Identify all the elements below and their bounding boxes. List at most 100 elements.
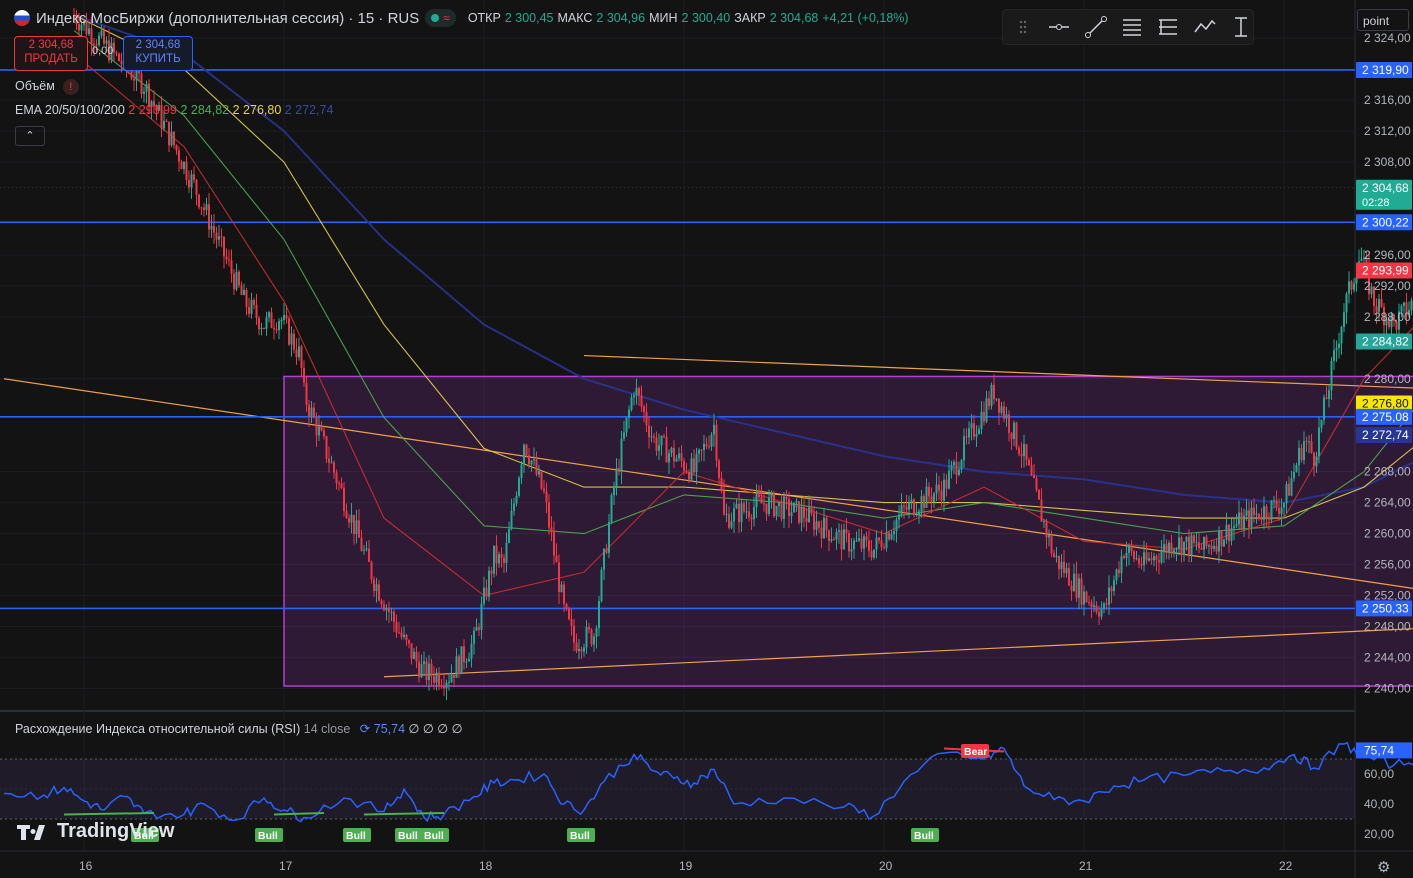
candle-body [750, 517, 753, 520]
candle-body [720, 477, 723, 492]
candle-body [143, 91, 145, 94]
chart-settings-gear-icon[interactable]: ⚙ [1377, 858, 1390, 876]
candle-body [935, 484, 938, 494]
candle-body [918, 511, 920, 515]
candle-body [550, 527, 553, 533]
candle-body [1188, 536, 1190, 555]
candle-body [600, 569, 603, 601]
candle-body [695, 453, 698, 473]
candle-body [188, 179, 190, 188]
candle-body [118, 53, 120, 62]
candle-body [988, 398, 990, 407]
candle-body [1143, 552, 1145, 566]
candle-body [1098, 611, 1100, 617]
candle-body [373, 579, 375, 591]
drag-handle-icon[interactable] [1011, 14, 1035, 40]
candle-body [705, 443, 708, 447]
ema100-value: 2 276,80 [232, 103, 282, 117]
candle-body [380, 600, 383, 605]
candle-body [258, 317, 260, 330]
symbol-title[interactable]: Индекс МосБиржи (дополнительная сессия) … [36, 10, 419, 27]
candle-body [1253, 507, 1255, 515]
sell-button[interactable]: 2 304,68 ПРОДАТЬ [14, 36, 88, 71]
volume-indicator[interactable]: Объём! [15, 79, 79, 95]
candle-body [998, 398, 1000, 413]
candle-body [1180, 537, 1183, 556]
candle-body [580, 649, 583, 652]
candle-body [548, 502, 550, 528]
candle-body [1228, 524, 1230, 541]
candle-body [290, 333, 293, 345]
candle-body [243, 289, 245, 295]
ema-indicator[interactable]: EMA 20/50/100/200 2 293,99 2 284,82 2 27… [15, 103, 333, 117]
market-status-badge[interactable]: ≈ [425, 9, 456, 27]
candle-body [738, 503, 740, 523]
candle-body [493, 545, 495, 574]
candle-body [415, 651, 418, 662]
candle-body [1020, 453, 1023, 457]
trend-line-tool-icon[interactable] [1084, 14, 1108, 40]
candle-body [553, 532, 555, 556]
candle-body [293, 333, 295, 350]
price-chart[interactable]: 2 324,00 2 316,00 2 312,00 2 308,00 2 296,00… [0, 0, 1413, 878]
rsi-signal-label: Bull [914, 830, 934, 842]
horizontal-line-tool-icon[interactable] [1047, 14, 1071, 40]
candle-body [178, 150, 180, 162]
rsi-label: Расхождение Индекса относительной силы (… [15, 722, 301, 736]
candle-body [565, 603, 568, 609]
y-tick-label: 2 312,00 [1364, 124, 1411, 138]
candle-body [765, 503, 768, 514]
chevron-up-icon: ⌃ [25, 130, 35, 142]
candle-body [813, 513, 815, 530]
candle-body [1248, 510, 1250, 528]
collapse-indicators-button[interactable]: ⌃ [15, 126, 45, 146]
candle-body [648, 425, 650, 438]
candle-body [1270, 500, 1273, 520]
price-label-text: 2 293,99 [1362, 263, 1409, 277]
point-dropdown[interactable]: point [1357, 9, 1409, 31]
candle-body [525, 444, 528, 456]
candle-body [993, 384, 995, 399]
candle-body [1268, 518, 1270, 520]
x-tick-label: 20 [879, 859, 893, 873]
candle-body [955, 461, 958, 475]
tradingview-logo[interactable]: TradingView [17, 820, 174, 843]
candle-body [1075, 573, 1078, 598]
candle-body [735, 503, 738, 509]
candle-body [520, 464, 523, 479]
symbol-header: Индекс МосБиржи (дополнительная сессия) … [14, 9, 909, 27]
candle-body [703, 443, 705, 450]
candle-body [728, 513, 730, 528]
candle-body [715, 424, 718, 461]
ohlc-change: +4,21 (+0,18%) [822, 11, 909, 25]
candle-body [1128, 545, 1130, 553]
candle-body [1090, 602, 1093, 607]
candle-body [533, 459, 535, 461]
fib-retracement-tool-icon[interactable] [1120, 14, 1144, 40]
path-tool-icon[interactable] [1192, 14, 1216, 40]
rsi-indicator[interactable]: Расхождение Индекса относительной силы (… [15, 721, 463, 736]
candle-body [928, 486, 930, 497]
candle-body [540, 471, 543, 489]
candle-body [575, 642, 578, 651]
candle-body [920, 496, 923, 512]
rsi-y-tick-label: 60,00 [1364, 767, 1394, 781]
candle-body [255, 304, 258, 318]
candle-body [983, 411, 985, 422]
vertical-measure-tool-icon[interactable] [1229, 14, 1253, 40]
candle-body [635, 388, 638, 396]
candle-body [263, 327, 265, 329]
parallel-channel-tool-icon[interactable] [1156, 14, 1180, 40]
candle-body [1008, 414, 1010, 433]
candle-body [868, 540, 870, 552]
buy-button[interactable]: 2 304,68 КУПИТЬ [123, 36, 193, 71]
warning-icon[interactable]: ! [62, 79, 79, 95]
candle-body [1340, 326, 1343, 344]
y-tick-label: 2 244,00 [1364, 650, 1411, 664]
candle-body [1233, 525, 1235, 529]
candle-body [323, 430, 325, 437]
candle-body [620, 438, 623, 472]
candle-body [215, 232, 218, 240]
candle-body [670, 447, 673, 454]
candle-body [465, 661, 468, 663]
